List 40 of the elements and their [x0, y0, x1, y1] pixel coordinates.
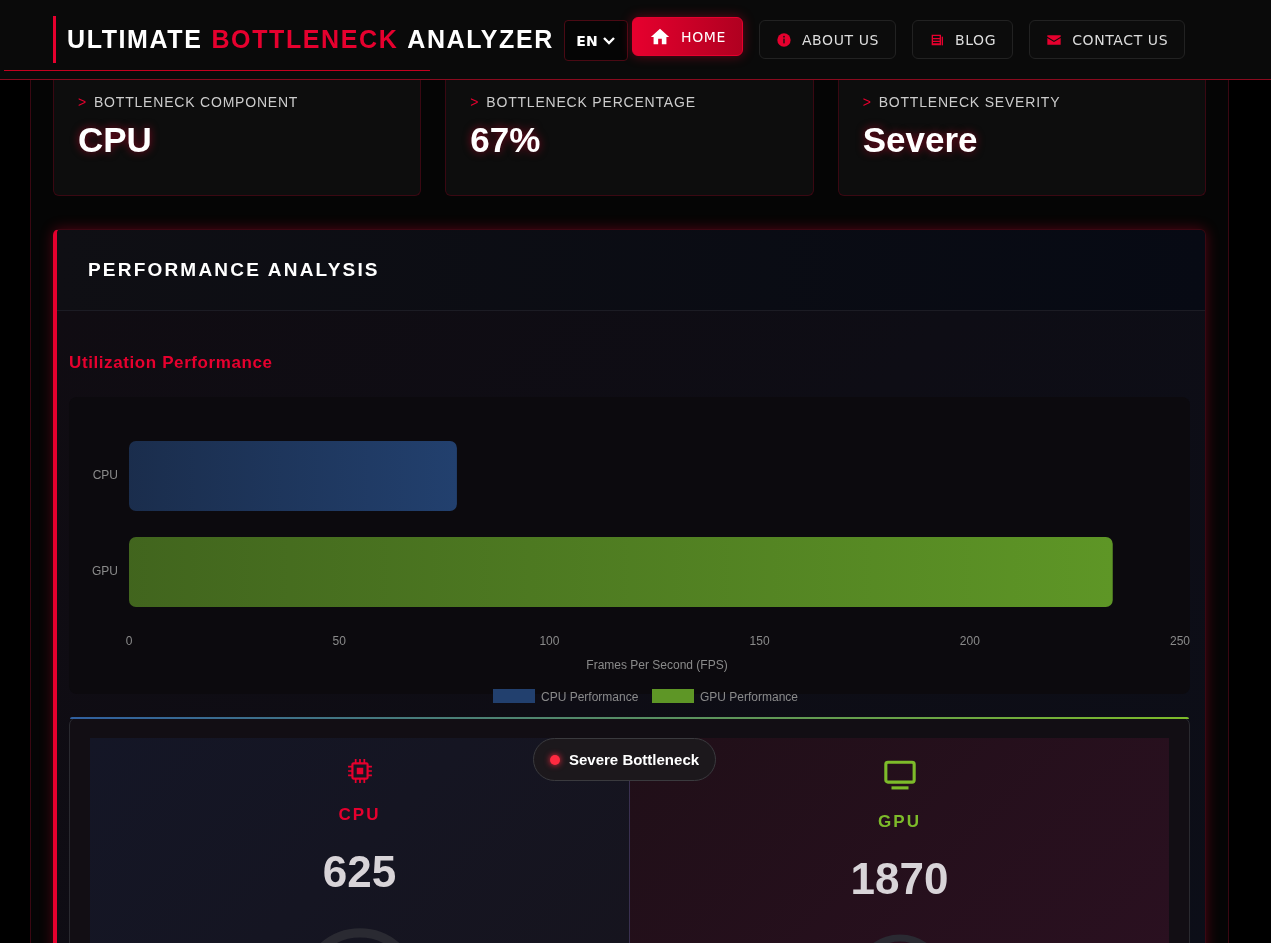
chevron-marker: > — [78, 94, 87, 110]
stat-label: BOTTLENECK COMPONENT — [94, 94, 299, 110]
stat-label: BOTTLENECK PERCENTAGE — [486, 94, 696, 110]
logo-text: ANALYZER — [407, 25, 554, 54]
component-name: CPU — [338, 804, 381, 825]
axis-label: CPU — [92, 468, 118, 482]
nav-link[interactable]: HOME — [632, 17, 743, 56]
logo-text: BOTTLENECK — [211, 25, 399, 54]
legend-label: CPU Performance — [541, 690, 639, 704]
nav-link[interactable]: CONTACT US — [1029, 20, 1186, 59]
tick-label: 100 — [539, 634, 560, 648]
tick-label: 250 — [1170, 634, 1190, 648]
tick-label: 150 — [749, 634, 770, 648]
language-selector[interactable]: EN — [564, 20, 628, 61]
tick-label: 200 — [959, 634, 980, 648]
chip-icon — [346, 758, 373, 785]
stat-value: CPU — [78, 120, 153, 160]
stat-label: BOTTLENECK SEVERITY — [878, 94, 1061, 110]
bottleneck-badge: Severe Bottleneck — [533, 738, 717, 781]
stat-value: Severe — [862, 120, 979, 160]
component-name: GPU — [878, 812, 921, 832]
chevron-marker: > — [470, 94, 480, 110]
info-icon — [775, 31, 792, 48]
axis-title: Frames Per Second (FPS) — [586, 658, 728, 672]
panel-title: PERFORMANCE ANALYSIS — [57, 230, 1205, 311]
section-title: Utilization Performance — [69, 353, 274, 373]
tick-label: 50 — [332, 634, 346, 648]
logo-text: ULTIMATE — [67, 25, 203, 54]
stat-value: 67% — [470, 120, 542, 160]
monitor-icon — [882, 758, 917, 792]
legend-label: GPU Performance — [700, 690, 799, 704]
nav-link[interactable]: ABOUT US — [758, 20, 896, 59]
chevron-marker: > — [862, 94, 872, 110]
axis-label: GPU — [92, 564, 118, 578]
score-value: 1870 — [850, 854, 949, 904]
chevron-down-icon — [601, 35, 616, 46]
nav-link[interactable]: BLOG — [912, 20, 1014, 59]
status-dot — [550, 754, 560, 765]
tick-label: 0 — [125, 634, 133, 648]
score-value: 625 — [322, 846, 397, 897]
